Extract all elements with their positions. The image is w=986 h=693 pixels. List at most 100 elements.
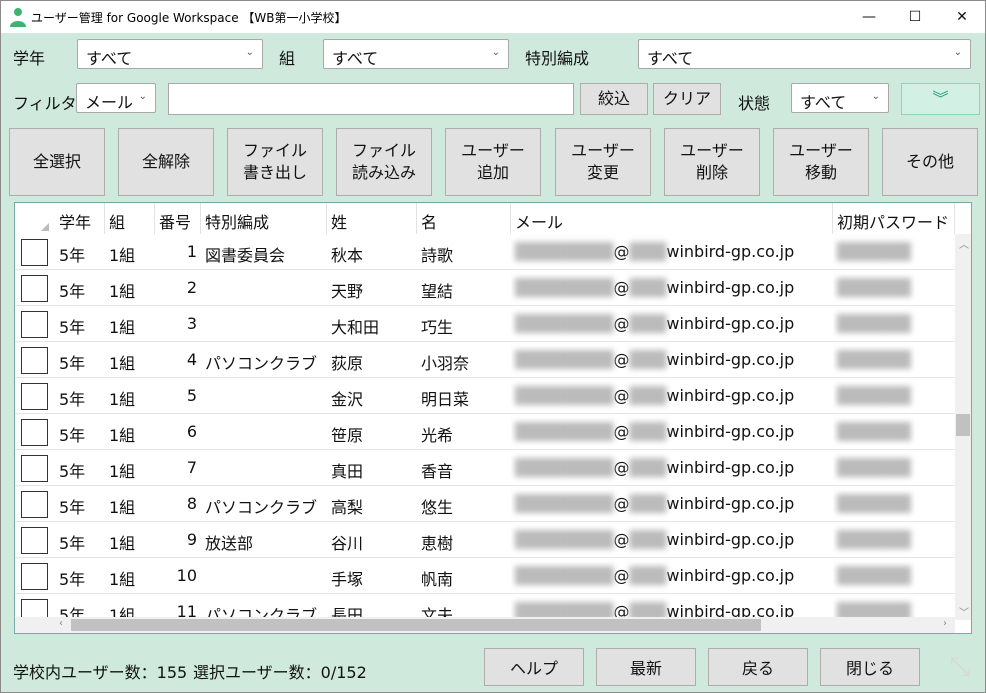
cell-number[interactable]: 1	[155, 234, 201, 270]
cell-grade[interactable]: 5年	[55, 522, 105, 558]
table-row[interactable]: 5年 1組 10 手塚 帆南 ████████@███winbird-gp.co.jp ██…	[15, 558, 955, 594]
cell-class[interactable]: 1組	[105, 342, 155, 378]
cell-last-name[interactable]: 谷川	[327, 522, 417, 558]
cell-grade[interactable]: 5年	[55, 450, 105, 486]
table-row[interactable]: 5年 1組 5 金沢 明日菜 ████████@███winbird-gp.co.jp ██…	[15, 378, 955, 414]
column-header-special[interactable]: 特別編成	[201, 203, 327, 234]
cell-special[interactable]	[201, 558, 327, 594]
table-row[interactable]: 5年 1組 4 パソコンクラブ 荻原 小羽奈 ████████@███winbird-gp.…	[15, 342, 955, 378]
resize-grip-icon[interactable]: ⤡	[935, 642, 985, 692]
cell-special[interactable]	[201, 414, 327, 450]
cell-email[interactable]: ████████@███winbird-gp.co.jp	[511, 306, 833, 342]
cell-grade[interactable]: 5年	[55, 234, 105, 270]
row-checkbox[interactable]	[21, 455, 48, 482]
special-select[interactable]: すべて ⌄	[638, 39, 971, 69]
cell-grade[interactable]: 5年	[55, 378, 105, 414]
row-checkbox[interactable]	[21, 419, 48, 446]
cell-first-name[interactable]: 小羽奈	[417, 342, 511, 378]
cell-initial-password-redacted[interactable]: ██████	[833, 270, 955, 306]
narrow-button[interactable]: 絞込	[580, 83, 648, 115]
row-checkbox[interactable]	[21, 563, 48, 590]
cell-number[interactable]: 2	[155, 270, 201, 306]
column-header-number[interactable]: 番号	[155, 203, 201, 234]
cell-first-name[interactable]: 帆南	[417, 558, 511, 594]
cell-grade[interactable]: 5年	[55, 558, 105, 594]
cell-initial-password-redacted[interactable]: ██████	[833, 414, 955, 450]
cell-last-name[interactable]: 大和田	[327, 306, 417, 342]
cell-class[interactable]: 1組	[105, 234, 155, 270]
scroll-left-icon[interactable]: ‹	[59, 618, 63, 629]
table-row[interactable]: 5年 1組 7 真田 香音 ████████@███winbird-gp.co.jp ███…	[15, 450, 955, 486]
cell-grade[interactable]: 5年	[55, 486, 105, 522]
status-select[interactable]: すべて ⌄	[791, 83, 889, 113]
user-add-button[interactable]: ユーザー 追加	[445, 128, 541, 196]
cell-last-name[interactable]: 秋本	[327, 234, 417, 270]
cell-last-name[interactable]: 手塚	[327, 558, 417, 594]
cell-email[interactable]: ████████@███winbird-gp.co.jp	[511, 486, 833, 522]
cell-number[interactable]: 6	[155, 414, 201, 450]
cell-email[interactable]: ████████@███winbird-gp.co.jp	[511, 342, 833, 378]
cell-number[interactable]: 8	[155, 486, 201, 522]
cell-special[interactable]: 図書委員会	[201, 234, 327, 270]
cell-email[interactable]: ████████@███winbird-gp.co.jp	[511, 234, 833, 270]
filter-input[interactable]	[168, 83, 574, 115]
row-checkbox[interactable]	[21, 527, 48, 554]
cell-email[interactable]: ████████@███winbird-gp.co.jp	[511, 450, 833, 486]
maximize-button[interactable]: ☐	[892, 1, 938, 33]
file-import-button[interactable]: ファイル 読み込み	[336, 128, 432, 196]
minimize-button[interactable]: —	[846, 1, 892, 33]
cell-special[interactable]: 放送部	[201, 522, 327, 558]
cell-first-name[interactable]: 光希	[417, 414, 511, 450]
cell-special[interactable]	[201, 450, 327, 486]
column-header-last-name[interactable]: 姓	[327, 203, 417, 234]
back-button[interactable]: 戻る	[708, 648, 808, 686]
cell-last-name[interactable]: 金沢	[327, 378, 417, 414]
cell-number[interactable]: 9	[155, 522, 201, 558]
column-header-class[interactable]: 組	[105, 203, 155, 234]
cell-special[interactable]	[201, 378, 327, 414]
user-grid[interactable]: 学年 組 番号 特別編成 姓 名 メール 初期パスワード 5年 1組 1 図書委員会秋…	[14, 202, 972, 634]
expand-button[interactable]: ︾	[901, 83, 980, 115]
cell-special[interactable]: パソコンクラブ	[201, 486, 327, 522]
cell-first-name[interactable]: 詩歌	[417, 234, 511, 270]
row-checkbox[interactable]	[21, 311, 48, 338]
other-button[interactable]: その他	[882, 128, 978, 196]
row-checkbox[interactable]	[21, 491, 48, 518]
horizontal-scroll-thumb[interactable]	[71, 619, 761, 631]
table-row[interactable]: 5年 1組 8 パソコンクラブ 高梨 悠生 ████████@███winbird-gp.c…	[15, 486, 955, 522]
user-move-button[interactable]: ユーザー 移動	[773, 128, 869, 196]
cell-email[interactable]: ████████@███winbird-gp.co.jp	[511, 414, 833, 450]
table-row[interactable]: 5年 1組 9 放送部 谷川 恵樹 ████████@███winbird-gp.co.jp…	[15, 522, 955, 558]
cell-number[interactable]: 7	[155, 450, 201, 486]
cell-class[interactable]: 1組	[105, 306, 155, 342]
cell-last-name[interactable]: 天野	[327, 270, 417, 306]
table-row[interactable]: 5年 1組 1 図書委員会 秋本 詩歌 ████████@███winbird-gp.co.…	[15, 234, 955, 270]
cell-class[interactable]: 1組	[105, 522, 155, 558]
scroll-down-icon[interactable]: ﹀	[959, 604, 969, 619]
select-all-corner-icon[interactable]	[41, 223, 49, 231]
file-export-button[interactable]: ファイル 書き出し	[227, 128, 323, 196]
class-select[interactable]: すべて ⌄	[323, 39, 509, 69]
cell-initial-password-redacted[interactable]: ██████	[833, 306, 955, 342]
table-row[interactable]: 5年 1組 3 大和田 巧生 ████████@███winbird-gp.co.jp ██…	[15, 306, 955, 342]
cell-class[interactable]: 1組	[105, 270, 155, 306]
user-edit-button[interactable]: ユーザー 変更	[555, 128, 651, 196]
cell-initial-password-redacted[interactable]: ██████	[833, 234, 955, 270]
cell-initial-password-redacted[interactable]: ██████	[833, 486, 955, 522]
column-header-initial-password[interactable]: 初期パスワード	[833, 203, 955, 234]
cell-last-name[interactable]: 荻原	[327, 342, 417, 378]
cell-class[interactable]: 1組	[105, 378, 155, 414]
row-checkbox[interactable]	[21, 275, 48, 302]
filter-type-select[interactable]: メール ⌄	[76, 83, 156, 113]
row-checkbox[interactable]	[21, 383, 48, 410]
cell-email[interactable]: ████████@███winbird-gp.co.jp	[511, 270, 833, 306]
cell-first-name[interactable]: 望結	[417, 270, 511, 306]
title-bar[interactable]: ユーザー管理 for Google Workspace 【WB第一小学校】 — …	[1, 1, 985, 33]
scroll-right-icon[interactable]: ›	[943, 618, 947, 629]
cell-last-name[interactable]: 笹原	[327, 414, 417, 450]
row-checkbox[interactable]	[21, 239, 48, 266]
cell-first-name[interactable]: 巧生	[417, 306, 511, 342]
cell-grade[interactable]: 5年	[55, 342, 105, 378]
cell-grade[interactable]: 5年	[55, 306, 105, 342]
cell-number[interactable]: 4	[155, 342, 201, 378]
